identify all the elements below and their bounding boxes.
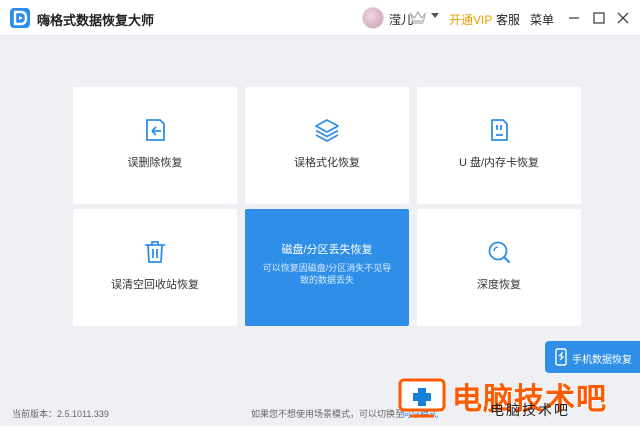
phone-recovery-label: 手机数据恢复 (572, 355, 632, 366)
layers-icon (315, 119, 339, 142)
search-icon (488, 241, 511, 264)
card-deep-recovery[interactable]: 深度恢复 (417, 209, 581, 326)
crown-icon (410, 10, 426, 24)
app-title: 嗨格式数据恢复大师 (37, 13, 155, 28)
vip-button[interactable]: 开通VIP (449, 11, 492, 28)
watermark-logo-icon (398, 378, 446, 418)
card-usb-sd-recovery[interactable]: U 盘/内存卡恢复 (417, 87, 581, 204)
card-accidental-delete[interactable]: 误删除恢复 (73, 87, 237, 204)
version-text: 当前版本：2.5.1011.339 (12, 409, 109, 419)
card-description: 可以恢复因磁盘/分区消失不见导致的数据丢失 (262, 263, 392, 285)
phone-recovery-button[interactable]: 手机数据恢复 (545, 341, 640, 373)
card-format-recovery[interactable]: 误格式化恢复 (245, 87, 409, 204)
mode-tip: 如果您不想使用场景模式，可以切换至 (251, 409, 405, 419)
title-bar: 嗨格式数据恢复大师 滢儿 开通VIP 客服 菜单 (0, 0, 640, 36)
card-label: 误格式化恢复 (294, 157, 360, 169)
menu-button[interactable]: 菜单 (530, 11, 554, 28)
watermark-subtext: 电脑技术吧 (490, 402, 570, 418)
card-label: 误清空回收站恢复 (111, 279, 199, 291)
sd-card-icon (491, 119, 508, 141)
card-label: 深度恢复 (477, 279, 521, 291)
file-restore-icon (146, 119, 165, 141)
trash-icon (145, 241, 165, 263)
chevron-down-icon[interactable] (431, 13, 439, 18)
card-label: 误删除恢复 (127, 157, 183, 169)
avatar[interactable] (362, 7, 384, 29)
app-logo-icon (10, 8, 30, 28)
card-label: U 盘/内存卡恢复 (458, 157, 540, 169)
minimize-icon[interactable] (566, 10, 582, 26)
service-button[interactable]: 客服 (496, 11, 520, 28)
phone-icon (555, 348, 567, 366)
card-title: 磁盘/分区丢失恢复 (281, 244, 373, 256)
close-icon[interactable] (615, 10, 631, 26)
card-partition-recovery[interactable]: 磁盘/分区丢失恢复 可以恢复因磁盘/分区消失不见导致的数据丢失 (245, 209, 409, 326)
card-recycle-bin-recovery[interactable]: 误清空回收站恢复 (73, 209, 237, 326)
watermark: 电脑技术吧 电脑技术吧 (396, 370, 640, 426)
maximize-icon[interactable] (591, 10, 607, 26)
